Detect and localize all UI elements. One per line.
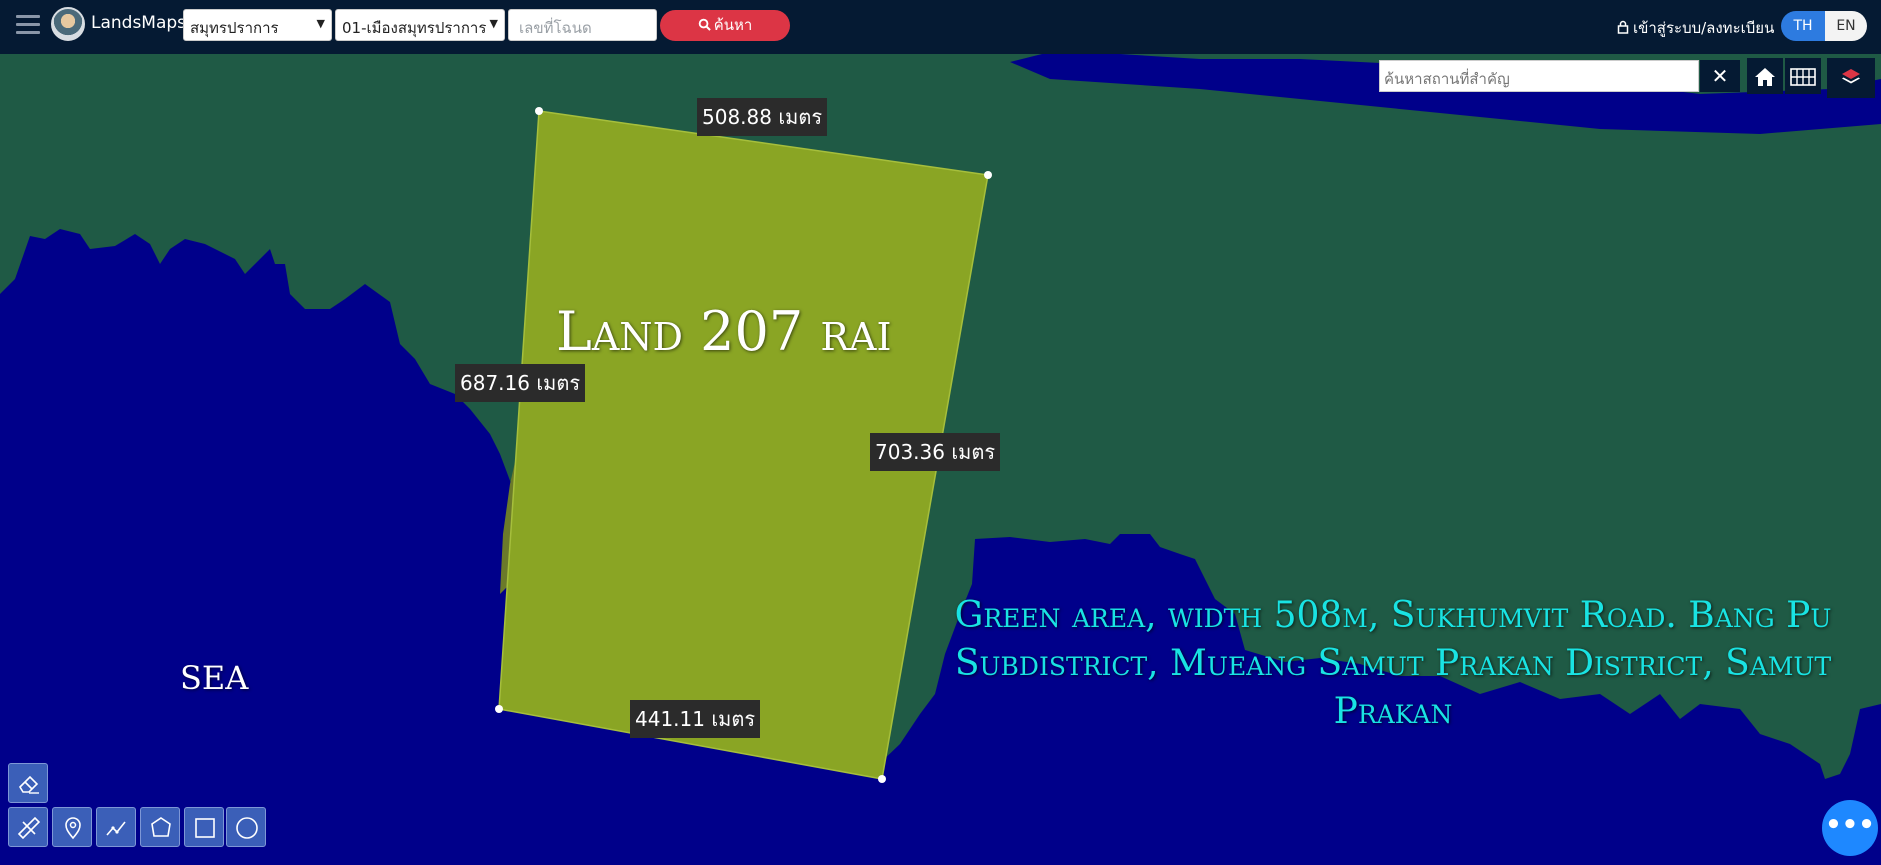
- login-link[interactable]: เข้าสู่ระบบ/ลงทะเบียน: [1617, 16, 1774, 40]
- place-search-input[interactable]: ค้นหาสถานที่สำคัญ: [1379, 60, 1699, 92]
- deed-number-input[interactable]: เลขที่โฉนด: [508, 9, 657, 41]
- district-select[interactable]: 01-เมืองสมุทรปราการ ▼: [335, 9, 505, 41]
- grid-button[interactable]: [1785, 58, 1821, 94]
- grid-icon: [1790, 67, 1816, 86]
- logo[interactable]: [51, 7, 85, 41]
- chevron-down-icon: ▼: [316, 17, 325, 30]
- top-bar: LandsMaps สมุทรปราการ ▼ 01-เมืองสมุทรปรา…: [0, 0, 1881, 54]
- measurement-left: 687.16 เมตร: [455, 364, 586, 402]
- lang-th-button[interactable]: TH: [1781, 11, 1825, 41]
- search-button-label: ค้นหา: [713, 16, 753, 34]
- measure-button[interactable]: [8, 807, 48, 847]
- lock-icon: [1617, 20, 1629, 34]
- polyline-button[interactable]: [96, 807, 136, 847]
- parcel-title: Land 207 rai: [556, 300, 892, 363]
- circle-button[interactable]: [226, 807, 266, 847]
- layers-button[interactable]: [1827, 58, 1875, 98]
- polygon-button[interactable]: [140, 807, 180, 847]
- vertex-handle[interactable]: [535, 107, 543, 115]
- vertex-handle[interactable]: [495, 705, 503, 713]
- eraser-button[interactable]: [8, 763, 48, 803]
- parcel-description: Green area, width 508m, Sukhumvit Road. …: [954, 595, 1832, 732]
- vertex-handle[interactable]: [984, 171, 992, 179]
- rectangle-icon: [195, 818, 215, 838]
- pin-icon: [65, 817, 81, 840]
- province-value: สมุทรปราการ: [190, 19, 279, 37]
- brand-name[interactable]: LandsMaps: [91, 13, 186, 33]
- eraser-icon: [18, 775, 39, 794]
- hamburger-icon[interactable]: [16, 15, 40, 35]
- measurement-bottom: 441.11 เมตร: [630, 700, 761, 738]
- measurement-top: 508.88 เมตร: [697, 98, 828, 136]
- ruler-icon: [17, 816, 41, 840]
- more-icon[interactable]: •••: [1822, 800, 1878, 856]
- province-select[interactable]: สมุทรปราการ ▼: [183, 9, 332, 41]
- home-button[interactable]: [1747, 58, 1783, 94]
- layers-icon: [1842, 68, 1860, 83]
- circle-icon: [236, 817, 258, 839]
- login-label: เข้าสู่ระบบ/ลงทะเบียน: [1633, 19, 1775, 37]
- polyline-icon: [106, 821, 126, 836]
- sea-label: sea: [180, 646, 249, 700]
- home-icon: [1755, 67, 1775, 86]
- chevron-down-icon: ▼: [489, 17, 498, 30]
- measurement-right: 703.36 เมตร: [870, 433, 1001, 471]
- marker-button[interactable]: [52, 807, 92, 847]
- vertex-handle[interactable]: [878, 775, 886, 783]
- search-button[interactable]: ค้นหา: [660, 10, 790, 41]
- close-icon[interactable]: ✕: [1700, 60, 1740, 92]
- rectangle-button[interactable]: [184, 807, 224, 847]
- search-icon: [698, 18, 711, 31]
- lang-en-button[interactable]: EN: [1825, 11, 1867, 41]
- district-value: 01-เมืองสมุทรปราการ: [342, 19, 487, 37]
- polygon-icon: [151, 817, 171, 837]
